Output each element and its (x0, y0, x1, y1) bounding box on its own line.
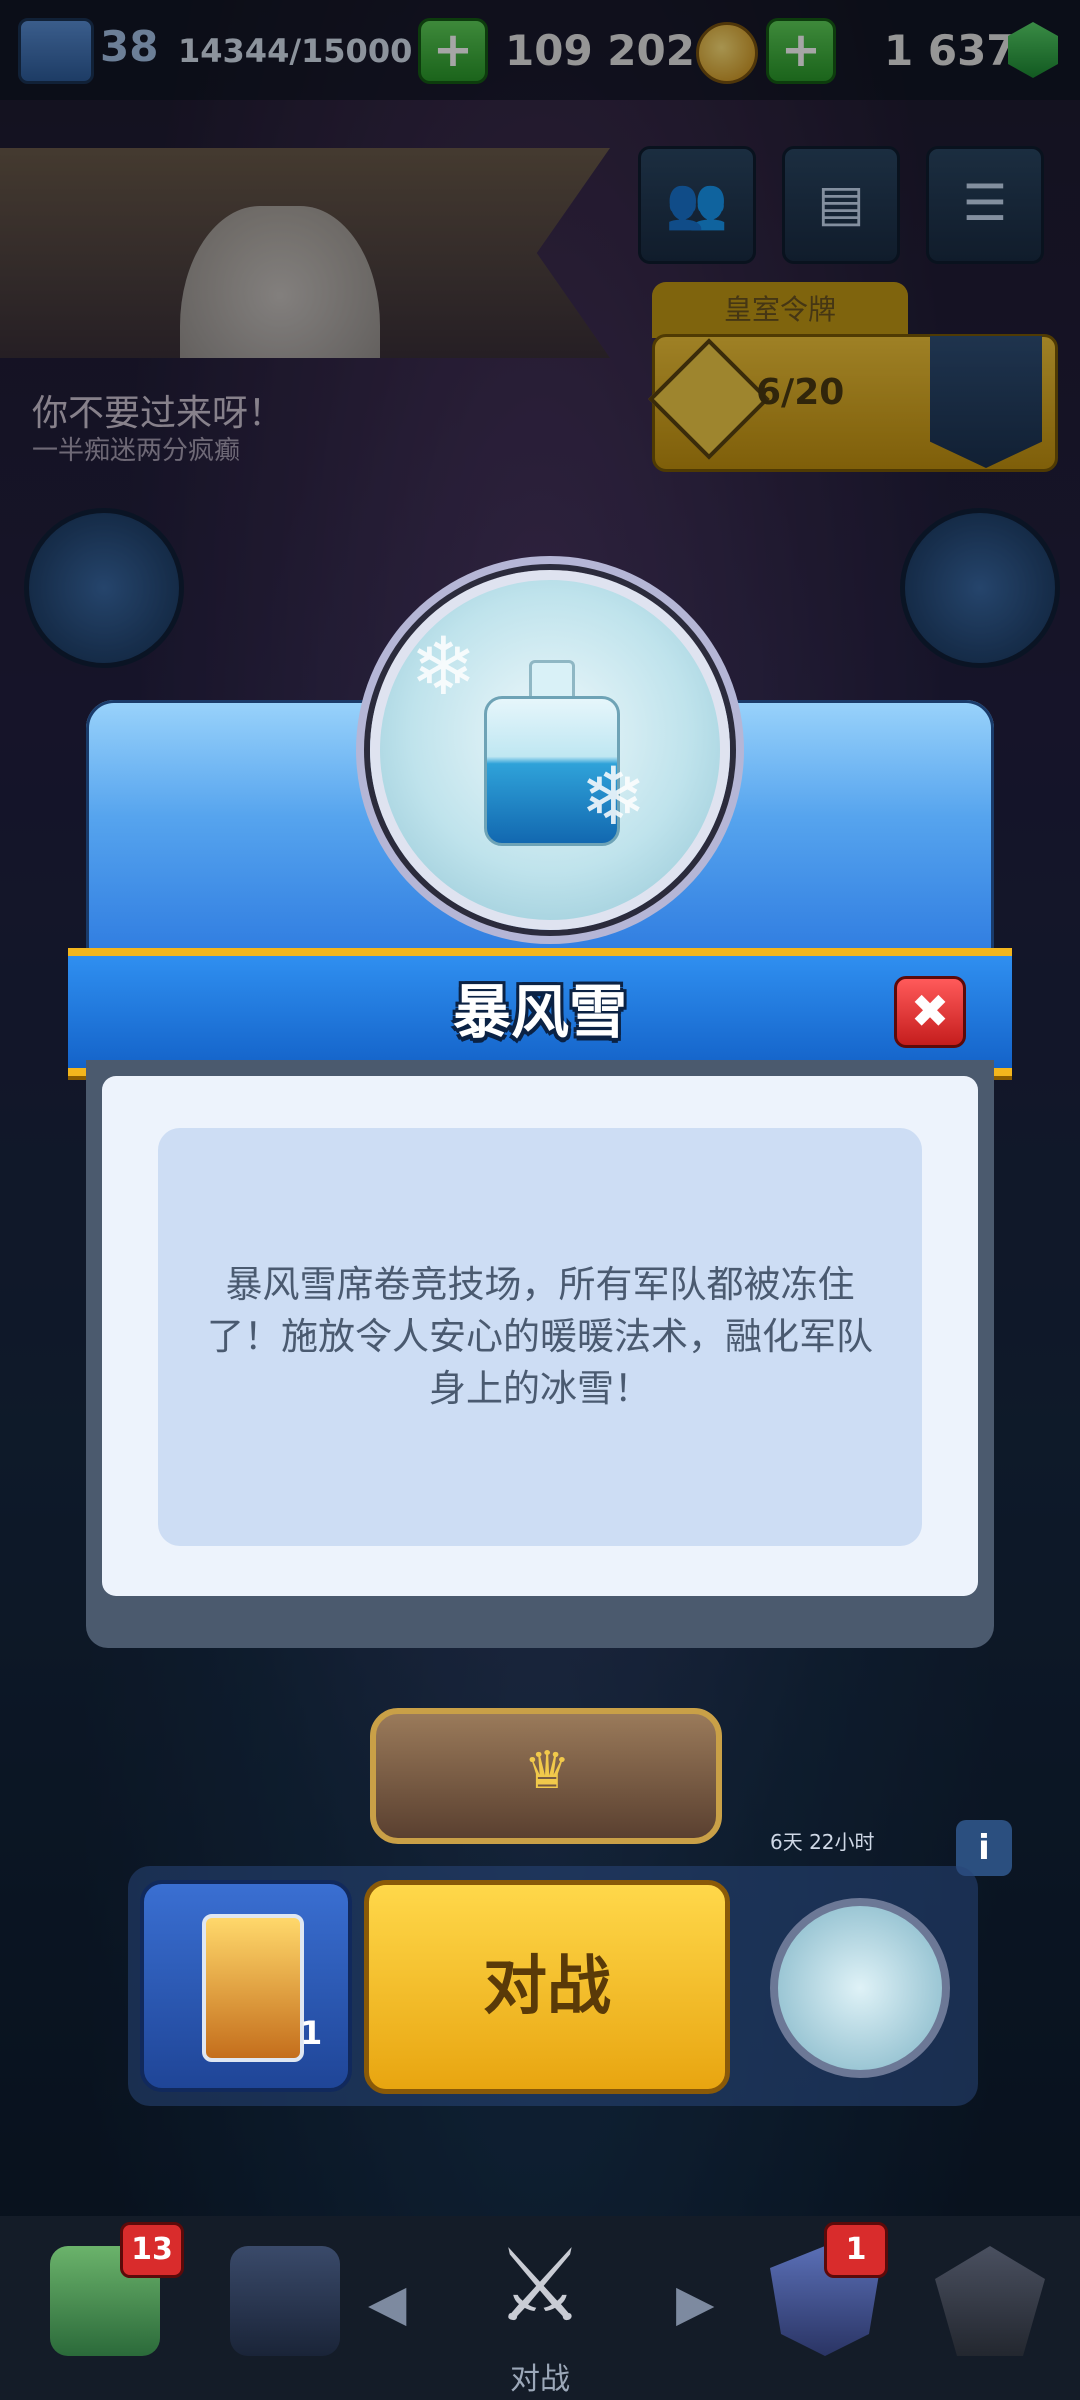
event-mode-button[interactable] (770, 1898, 950, 2078)
event-description: 暴风雪席卷竞技场，所有军队都被冻住了！施放令人安心的暖暖法术，融化军队身上的冰雪… (207, 1263, 873, 1410)
crossed-swords-icon: ⚔ (495, 2227, 585, 2344)
nav-battle[interactable]: ⚔ 对战 (450, 2216, 630, 2400)
title-band: 暴风雪 ✖ (68, 948, 1012, 1076)
cards-icon (230, 2246, 340, 2356)
deck-card-icon (202, 1914, 304, 2062)
nav-clan[interactable]: 1 (740, 2216, 910, 2400)
modal-dialog: ❄ ❄ 暴风雪 ✖ 暴风雪席卷竞技场，所有军队都被冻住了！施放令人安心的暖暖法术… (68, 570, 1012, 1648)
clan-badge: 1 (824, 2222, 888, 2278)
trophy-road-button[interactable]: ♛ (370, 1708, 722, 1844)
deck-button[interactable]: 1 (140, 1880, 352, 2092)
deck-count: 1 (300, 2014, 323, 2052)
battle-button[interactable]: 对战 (364, 1880, 730, 2094)
close-icon: ✖ (910, 984, 950, 1038)
nav-cards[interactable] (200, 2216, 370, 2400)
nav-shop[interactable]: 13 (20, 2216, 190, 2400)
close-button[interactable]: ✖ (894, 976, 966, 1048)
body-panel: 暴风雪席卷竞技场，所有军队都被冻住了！施放令人安心的暖暖法术，融化军队身上的冰雪… (102, 1076, 978, 1596)
bottom-nav: 13 ⚔ 对战 1 (0, 2216, 1080, 2400)
nav-left-arrow-icon[interactable]: ◀ (368, 2274, 406, 2332)
snowflake-icon: ❄ (410, 620, 478, 713)
crown-icon: ♛ (523, 1741, 571, 1801)
modal-title: 暴风雪 (452, 978, 627, 1046)
laurel-icon (935, 2246, 1045, 2356)
nav-right-arrow-icon[interactable]: ▶ (676, 2274, 714, 2332)
nav-battle-label: 对战 (510, 2362, 570, 2397)
event-timer: 6天 22小时 (770, 1830, 875, 1854)
shop-badge: 13 (120, 2222, 184, 2278)
snowflake-icon: ❄ (580, 750, 648, 843)
modal-body: 暴风雪席卷竞技场，所有军队都被冻住了！施放令人安心的暖暖法术，融化军队身上的冰雪… (86, 1060, 994, 1648)
blizzard-event-icon: ❄ ❄ (370, 570, 730, 930)
battle-button-label: 对战 (483, 1950, 611, 2024)
nav-events[interactable] (910, 2216, 1070, 2400)
description-panel: 暴风雪席卷竞技场，所有军队都被冻住了！施放令人安心的暖暖法术，融化军队身上的冰雪… (158, 1128, 922, 1546)
